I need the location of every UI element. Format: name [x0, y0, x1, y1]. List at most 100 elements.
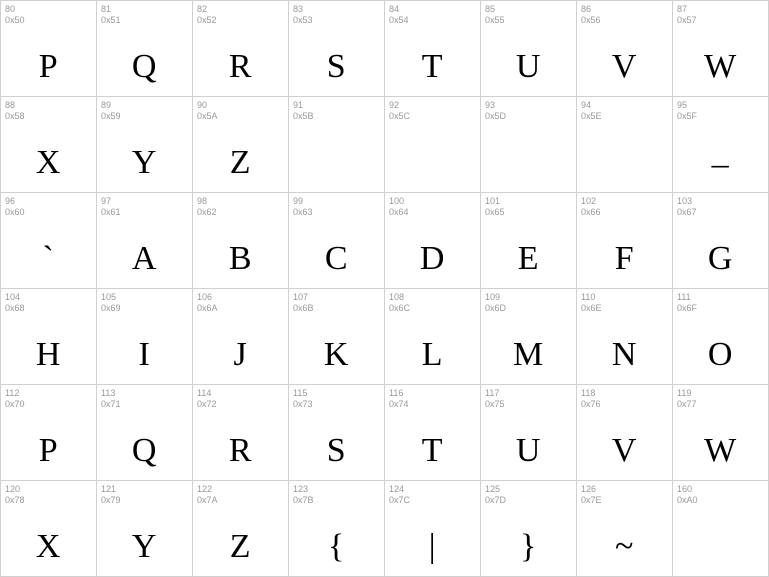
hex-code: 0x5D	[485, 111, 506, 122]
glyph-cell[interactable]: 820x52R	[193, 1, 289, 97]
hex-code: 0x77	[677, 399, 697, 410]
glyph-cell[interactable]: 950x5F_	[673, 97, 769, 193]
hex-code: 0x6F	[677, 303, 697, 314]
glyph-cell[interactable]: 860x56V	[577, 1, 673, 97]
glyph-cell[interactable]: 930x5D	[481, 97, 577, 193]
glyph-cell[interactable]: 1130x71Q	[97, 385, 193, 481]
hex-code: 0x50	[5, 15, 25, 26]
glyph-cell[interactable]: 900x5AZ	[193, 97, 289, 193]
glyph: R	[193, 432, 288, 470]
hex-code: 0x5F	[677, 111, 697, 122]
hex-code: 0x7A	[197, 495, 218, 506]
hex-code: 0x76	[581, 399, 601, 410]
codepoint-label: 810x51	[101, 4, 121, 26]
decimal-code: 95	[677, 100, 697, 111]
glyph-cell[interactable]: 1170x75U	[481, 385, 577, 481]
glyph-cell[interactable]: 1120x70P	[1, 385, 97, 481]
glyph-cell[interactable]: 830x53S	[289, 1, 385, 97]
glyph-cell[interactable]: 920x5C	[385, 97, 481, 193]
glyph: W	[673, 432, 768, 470]
glyph-cell[interactable]: 1020x66F	[577, 193, 673, 289]
glyph-cell[interactable]: 990x63C	[289, 193, 385, 289]
glyph-cell[interactable]: 1150x73S	[289, 385, 385, 481]
decimal-code: 112	[5, 388, 25, 399]
glyph-cell[interactable]: 1200x78X	[1, 481, 97, 577]
glyph-cell[interactable]: 1040x68H	[1, 289, 97, 385]
glyph: W	[673, 48, 768, 86]
decimal-code: 87	[677, 4, 697, 15]
glyph-cell[interactable]: 1010x65E	[481, 193, 577, 289]
glyph-cell[interactable]: 1060x6AJ	[193, 289, 289, 385]
decimal-code: 111	[677, 292, 697, 303]
glyph-cell[interactable]: 1070x6BK	[289, 289, 385, 385]
hex-code: 0x53	[293, 15, 313, 26]
codepoint-label: 1600xA0	[677, 484, 698, 506]
hex-code: 0x6D	[485, 303, 506, 314]
glyph-cell[interactable]: 1260x7E~	[577, 481, 673, 577]
codepoint-label: 1050x69	[101, 292, 121, 314]
hex-code: 0x71	[101, 399, 121, 410]
codepoint-label: 1110x6F	[677, 292, 697, 314]
glyph-cell[interactable]: 1030x67G	[673, 193, 769, 289]
decimal-code: 86	[581, 4, 601, 15]
decimal-code: 113	[101, 388, 121, 399]
glyph-cell[interactable]: 1220x7AZ	[193, 481, 289, 577]
glyph-cell[interactable]: 910x5B	[289, 97, 385, 193]
glyph: J	[193, 336, 288, 374]
codepoint-label: 920x5C	[389, 100, 410, 122]
glyph: N	[577, 336, 672, 374]
glyph-cell[interactable]: 1160x74T	[385, 385, 481, 481]
codepoint-label: 960x60	[5, 196, 25, 218]
glyph-cell[interactable]: 1080x6CL	[385, 289, 481, 385]
glyph-cell[interactable]: 1100x6EN	[577, 289, 673, 385]
glyph-cell[interactable]: 1000x64D	[385, 193, 481, 289]
glyph-cell[interactable]: 1210x79Y	[97, 481, 193, 577]
glyph-cell[interactable]: 890x59Y	[97, 97, 193, 193]
hex-code: 0x63	[293, 207, 313, 218]
hex-code: 0x79	[101, 495, 121, 506]
glyph-cell[interactable]: 1050x69I	[97, 289, 193, 385]
glyph-cell[interactable]: 970x61A	[97, 193, 193, 289]
glyph-cell[interactable]: 1110x6FO	[673, 289, 769, 385]
codepoint-label: 900x5A	[197, 100, 218, 122]
glyph-cell[interactable]: 1600xA0	[673, 481, 769, 577]
glyph-cell[interactable]: 840x54T	[385, 1, 481, 97]
glyph-cell[interactable]: 1090x6DM	[481, 289, 577, 385]
glyph-cell[interactable]: 1250x7D}	[481, 481, 577, 577]
hex-code: 0x73	[293, 399, 313, 410]
decimal-code: 108	[389, 292, 410, 303]
hex-code: 0x58	[5, 111, 25, 122]
glyph-cell[interactable]: 1230x7B{	[289, 481, 385, 577]
glyph: M	[481, 336, 576, 374]
glyph-cell[interactable]: 1190x77 W	[673, 385, 769, 481]
glyph: Y	[97, 528, 192, 566]
glyph: S	[289, 48, 384, 86]
codepoint-label: 1190x77	[677, 388, 697, 410]
glyph-cell[interactable]: 870x57W	[673, 1, 769, 97]
codepoint-label: 1180x76	[581, 388, 601, 410]
glyph-cell[interactable]: 800x50P	[1, 1, 97, 97]
codepoint-label: 1260x7E	[581, 484, 602, 506]
hex-code: 0x7E	[581, 495, 602, 506]
decimal-code: 84	[389, 4, 409, 15]
glyph-cell[interactable]: 960x60 `	[1, 193, 97, 289]
hex-code: 0x72	[197, 399, 217, 410]
decimal-code: 126	[581, 484, 602, 495]
hex-code: 0x68	[5, 303, 25, 314]
decimal-code: 101	[485, 196, 505, 207]
codepoint-label: 1080x6C	[389, 292, 410, 314]
glyph-cell[interactable]: 880x58X	[1, 97, 97, 193]
glyph-cell[interactable]: 1240x7C|	[385, 481, 481, 577]
glyph: T	[385, 48, 480, 86]
glyph-cell[interactable]: 1140x72R	[193, 385, 289, 481]
glyph-cell[interactable]: 940x5E	[577, 97, 673, 193]
glyph-cell[interactable]: 810x51Q	[97, 1, 193, 97]
hex-code: 0x6B	[293, 303, 314, 314]
glyph-cell[interactable]: 1180x76V	[577, 385, 673, 481]
hex-code: 0x70	[5, 399, 25, 410]
codepoint-label: 860x56	[581, 4, 601, 26]
hex-code: 0x5B	[293, 111, 314, 122]
glyph-cell[interactable]: 850x55U	[481, 1, 577, 97]
glyph: `	[1, 240, 96, 278]
glyph-cell[interactable]: 980x62B	[193, 193, 289, 289]
